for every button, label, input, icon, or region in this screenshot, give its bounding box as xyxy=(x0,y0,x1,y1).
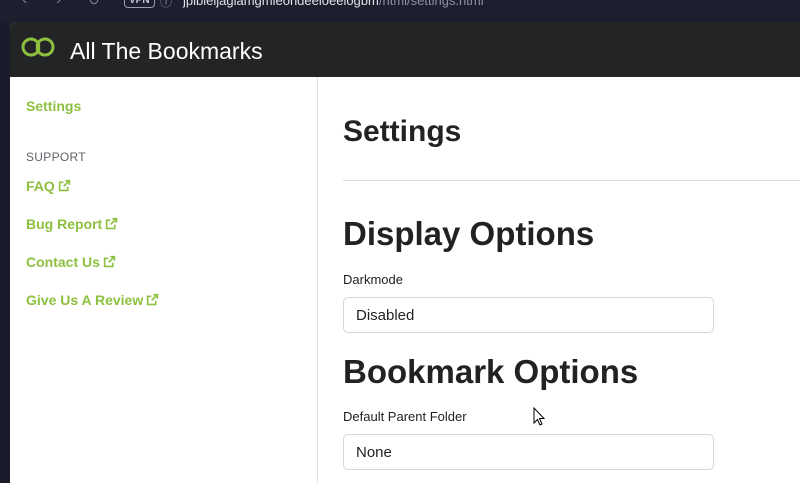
bookmark-options-heading: Bookmark Options xyxy=(343,353,639,390)
sidebar-item-label: Bug Report xyxy=(26,216,103,232)
address-bar[interactable]: jpibleijagiamgmieondeeloeelogbm/html/set… xyxy=(183,0,484,8)
mouse-cursor-icon xyxy=(533,406,546,432)
app-header: All The Bookmarks xyxy=(10,22,800,77)
site-info-icon[interactable]: ⓘ xyxy=(160,0,172,10)
sidebar: Settings SUPPORT FAQ Bug Report Contact … xyxy=(10,77,318,483)
settings-content: Settings Display Options Darkmode Disabl… xyxy=(318,77,800,483)
sidebar-item-settings[interactable]: Settings xyxy=(26,98,81,114)
external-link-icon xyxy=(103,255,116,268)
app-title: All The Bookmarks xyxy=(70,38,263,64)
sidebar-item-label: Contact Us xyxy=(26,254,100,270)
default-parent-folder-select[interactable]: None xyxy=(343,434,714,470)
default-parent-folder-label: Default Parent Folder xyxy=(343,409,467,424)
darkmode-select[interactable]: Disabled xyxy=(343,297,714,333)
url-path: /html/settings.html xyxy=(378,0,484,8)
divider xyxy=(343,180,800,181)
display-options-heading: Display Options xyxy=(343,215,595,252)
back-icon[interactable]: ‹ xyxy=(22,0,27,9)
external-link-icon xyxy=(106,217,118,230)
sidebar-item-label: Give Us A Review xyxy=(26,292,144,308)
sidebar-item-label: FAQ xyxy=(26,178,55,194)
vpn-badge[interactable]: VPN xyxy=(124,0,155,8)
browser-toolbar: ‹ › ↻ VPN ⓘ jpibleijagiamgmieondeeloeelo… xyxy=(0,0,800,22)
page-title: Settings xyxy=(343,115,462,148)
logo-icon xyxy=(18,35,60,66)
sidebar-item-give-review[interactable]: Give Us A Review xyxy=(26,292,159,308)
forward-icon[interactable]: › xyxy=(56,0,61,9)
external-link-icon xyxy=(147,293,159,306)
sidebar-item-bug-report[interactable]: Bug Report xyxy=(26,216,118,232)
external-link-icon xyxy=(58,179,70,192)
sidebar-item-contact-us[interactable]: Contact Us xyxy=(26,254,116,270)
support-heading: SUPPORT xyxy=(26,150,86,164)
app-window: All The Bookmarks Settings SUPPORT FAQ B… xyxy=(10,22,800,483)
sidebar-item-faq[interactable]: FAQ xyxy=(26,178,71,194)
darkmode-label: Darkmode xyxy=(343,272,403,287)
reload-icon[interactable]: ↻ xyxy=(88,0,100,9)
url-host: jpibleijagiamgmieondeeloeelogbm xyxy=(183,0,379,8)
